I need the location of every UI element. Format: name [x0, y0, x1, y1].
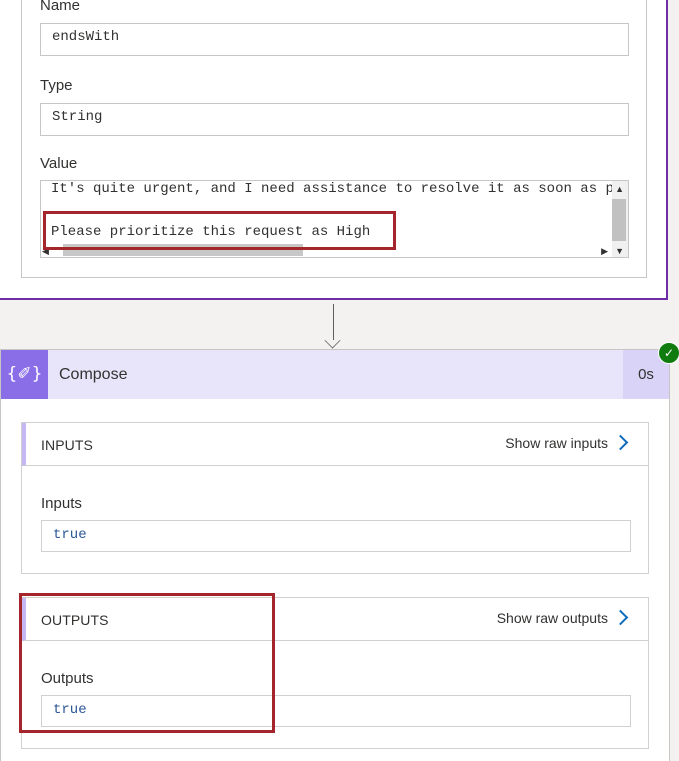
- highlight-box-value: [43, 211, 396, 250]
- inputs-value-field[interactable]: true: [41, 520, 631, 552]
- scroll-up-arrow-icon[interactable]: ▲: [615, 184, 624, 194]
- chevron-right-icon[interactable]: [612, 609, 629, 626]
- type-field[interactable]: String: [40, 103, 629, 136]
- value-line-1: It's quite urgent, and I need assistance…: [51, 181, 614, 197]
- highlight-box-outputs: [19, 593, 275, 733]
- scroll-down-arrow-icon[interactable]: ▼: [615, 246, 624, 256]
- show-raw-outputs-link[interactable]: Show raw outputs: [497, 610, 608, 626]
- name-field[interactable]: endsWith: [40, 23, 629, 56]
- check-icon: ✓: [658, 342, 679, 364]
- type-label: Type: [40, 77, 73, 94]
- chevron-right-icon[interactable]: [612, 434, 629, 451]
- compose-header[interactable]: {✐} Compose 0s: [1, 350, 669, 399]
- scroll-right-arrow-icon[interactable]: ▶: [601, 246, 608, 256]
- inputs-section-title: INPUTS: [41, 437, 93, 453]
- inputs-label: Inputs: [41, 495, 82, 512]
- show-raw-inputs-link[interactable]: Show raw inputs: [505, 435, 608, 451]
- inputs-section: INPUTS Show raw inputs Inputs true: [21, 422, 649, 574]
- vertical-scroll-thumb[interactable]: [612, 199, 626, 241]
- compose-icon: {✐}: [1, 350, 48, 399]
- name-label: Name: [40, 0, 81, 14]
- value-label: Value: [40, 155, 78, 172]
- down-arrow-icon: [324, 332, 341, 349]
- compose-title: Compose: [59, 366, 128, 383]
- inputs-section-header: INPUTS Show raw inputs: [22, 423, 648, 466]
